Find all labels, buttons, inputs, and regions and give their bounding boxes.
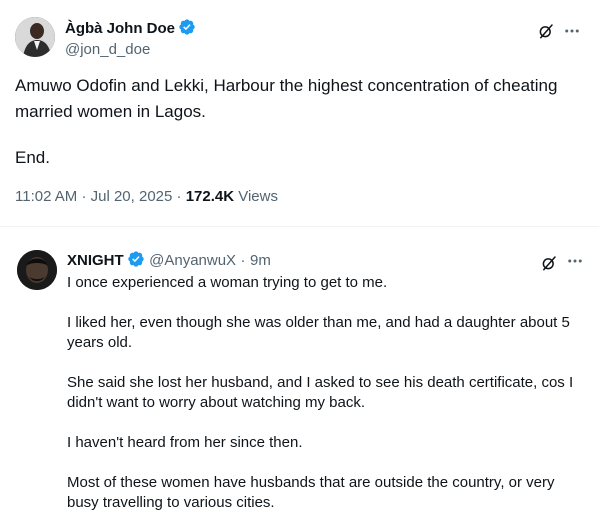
author-line: Àgbà John Doe: [65, 18, 196, 38]
more-icon[interactable]: [562, 21, 582, 41]
reply-paragraph: Most of these women have husbands that a…: [67, 474, 559, 511]
author-name[interactable]: Àgbà John Doe: [65, 20, 175, 37]
meta-separator: ·: [176, 188, 182, 205]
verified-badge-icon: [127, 250, 145, 274]
divider: [0, 226, 599, 227]
post-body: Amuwo Odofin and Lekki, Harbour the high…: [15, 73, 585, 171]
post-time[interactable]: 11:02 AM: [15, 188, 77, 205]
meta-separator: ·: [81, 188, 87, 205]
reply-body: I once experienced a woman trying to get…: [67, 273, 587, 513]
reply-author-line: XNIGHT @AnyanwuX · 9m: [67, 250, 271, 274]
reply-paragraph: She said she lost her husband, and I ask…: [67, 374, 578, 411]
post-text: Amuwo Odofin and Lekki, Harbour the high…: [15, 76, 563, 121]
post-meta: 11:02 AM · Jul 20, 2025 · 172.4K Views: [15, 187, 278, 207]
reply-avatar[interactable]: [17, 250, 57, 290]
reply-separator: ·: [240, 252, 246, 269]
reply-paragraph: I liked her, even though she was older t…: [67, 314, 575, 351]
reply-paragraph: I haven't heard from her since then.: [67, 434, 303, 451]
reply-author-name[interactable]: XNIGHT: [67, 252, 124, 269]
grok-icon[interactable]: [536, 21, 556, 41]
author-handle[interactable]: @jon_d_doe: [65, 40, 150, 60]
grok-icon[interactable]: [539, 253, 559, 273]
reply-age[interactable]: 9m: [250, 252, 271, 269]
views-count: 172.4K: [185, 188, 235, 205]
post-date[interactable]: Jul 20, 2025: [91, 188, 173, 205]
more-icon[interactable]: [565, 251, 585, 271]
reply-avatar-image: [17, 250, 57, 290]
verified-badge-icon: [178, 18, 196, 41]
avatar[interactable]: [15, 17, 55, 57]
post-text-end: End.: [15, 148, 50, 167]
reply-paragraph: I once experienced a woman trying to get…: [67, 274, 388, 291]
avatar-image: [15, 17, 55, 57]
views-label: Views: [238, 188, 278, 205]
reply-handle[interactable]: @AnyanwuX: [149, 252, 236, 269]
